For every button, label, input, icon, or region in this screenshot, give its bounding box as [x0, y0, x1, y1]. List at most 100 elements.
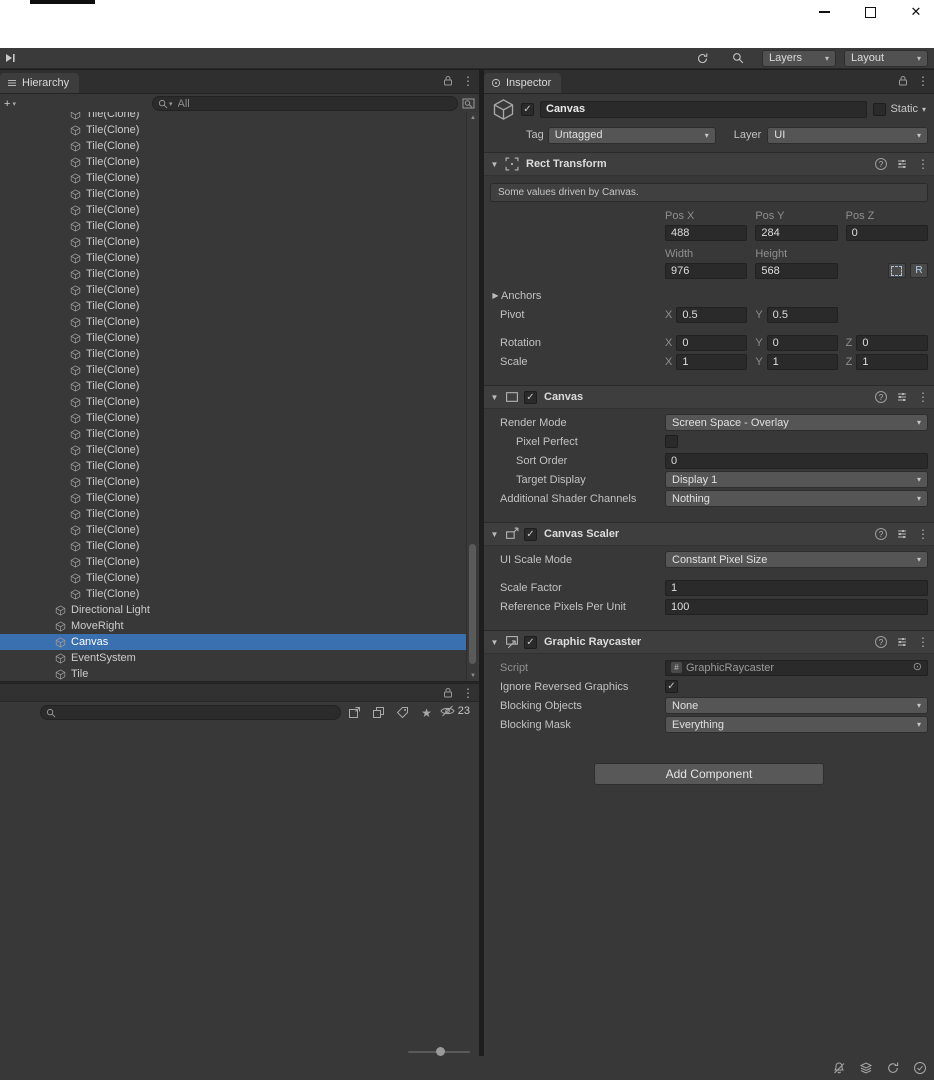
lock-icon[interactable]: [897, 74, 909, 87]
presets-icon[interactable]: [896, 528, 908, 540]
hierarchy-item[interactable]: Tile(Clone): [0, 362, 467, 378]
component-menu-icon[interactable]: ⋮: [917, 636, 929, 648]
foldout-icon[interactable]: ▼: [489, 530, 500, 539]
canvas-enabled-checkbox[interactable]: ✓: [524, 390, 537, 404]
hierarchy-item[interactable]: Tile(Clone): [0, 314, 467, 330]
hierarchy-item[interactable]: MoveRight: [0, 618, 467, 634]
shader-channels-dropdown[interactable]: Nothing ▾: [665, 490, 928, 507]
hierarchy-item[interactable]: Tile(Clone): [0, 250, 467, 266]
hierarchy-item[interactable]: Tile(Clone): [0, 298, 467, 314]
script-field[interactable]: # GraphicRaycaster ⊙: [665, 659, 928, 676]
pos-x-field[interactable]: 488: [665, 224, 748, 241]
pivot-x-field[interactable]: 0.5: [676, 306, 748, 323]
layers-dropdown[interactable]: Layers ▾: [762, 49, 836, 67]
canvas-header[interactable]: ▼ ✓ Canvas ? ⋮: [484, 386, 934, 409]
tab-inspector[interactable]: Inspector: [484, 73, 562, 93]
hierarchy-scrollbar[interactable]: ▲ ▼: [466, 112, 479, 681]
hierarchy-item[interactable]: Tile(Clone): [0, 112, 467, 122]
hierarchy-item[interactable]: EventSystem: [0, 650, 467, 666]
help-icon[interactable]: ?: [875, 528, 887, 540]
gameobject-name-field[interactable]: Canvas: [540, 100, 868, 118]
search-by-label-button[interactable]: [395, 705, 410, 720]
static-dropdown[interactable]: Static ▾: [873, 102, 926, 116]
hierarchy-item[interactable]: Tile(Clone): [0, 394, 467, 410]
sync-status-button[interactable]: [885, 1060, 901, 1076]
panel-menu-icon[interactable]: ⋮: [917, 75, 929, 87]
help-icon[interactable]: ?: [875, 391, 887, 403]
tag-dropdown[interactable]: Untagged ▾: [547, 126, 716, 144]
hierarchy-item[interactable]: Tile(Clone): [0, 538, 467, 554]
activity-status-button[interactable]: [912, 1060, 928, 1076]
open-asset-button[interactable]: [347, 705, 362, 720]
pos-z-field[interactable]: 0: [845, 224, 928, 241]
anchors-foldout-icon[interactable]: ▶: [490, 291, 501, 300]
render-mode-dropdown[interactable]: Screen Space - Overlay ▾: [665, 414, 928, 431]
pivot-y-field[interactable]: 0.5: [766, 306, 838, 323]
hierarchy-item[interactable]: Tile(Clone): [0, 234, 467, 250]
package-status-button[interactable]: [858, 1060, 874, 1076]
hierarchy-item[interactable]: Tile(Clone): [0, 186, 467, 202]
component-menu-icon[interactable]: ⋮: [917, 158, 929, 170]
foldout-icon[interactable]: ▼: [489, 393, 500, 402]
hierarchy-item[interactable]: Tile(Clone): [0, 586, 467, 602]
hidden-objects-toggle[interactable]: 23: [440, 705, 470, 717]
pixel-perfect-checkbox[interactable]: [665, 435, 678, 448]
close-button[interactable]: ✕: [908, 4, 924, 20]
rotation-z-field[interactable]: 0: [856, 334, 928, 351]
hierarchy-item[interactable]: Tile(Clone): [0, 442, 467, 458]
layer-dropdown[interactable]: UI ▾: [767, 126, 928, 144]
hierarchy-item[interactable]: Tile(Clone): [0, 138, 467, 154]
hierarchy-item[interactable]: Tile(Clone): [0, 330, 467, 346]
hierarchy-item[interactable]: Tile(Clone): [0, 266, 467, 282]
canvas-scaler-enabled-checkbox[interactable]: ✓: [524, 527, 537, 541]
hierarchy-item[interactable]: Tile(Clone): [0, 522, 467, 538]
ignore-reversed-checkbox[interactable]: ✓: [665, 680, 678, 693]
presets-icon[interactable]: [896, 636, 908, 648]
foldout-icon[interactable]: ▼: [489, 638, 500, 647]
panel-menu-icon[interactable]: ⋮: [462, 687, 474, 699]
hierarchy-item[interactable]: Tile(Clone): [0, 170, 467, 186]
hierarchy-item[interactable]: Tile(Clone): [0, 122, 467, 138]
undo-history-button[interactable]: [694, 50, 710, 66]
hierarchy-search-input[interactable]: [175, 96, 452, 111]
hierarchy-item[interactable]: Tile(Clone): [0, 218, 467, 234]
rotation-x-field[interactable]: 0: [676, 334, 748, 351]
panel-menu-icon[interactable]: ⋮: [462, 75, 474, 87]
ui-scale-mode-dropdown[interactable]: Constant Pixel Size ▾: [665, 551, 928, 568]
gameobject-enabled-checkbox[interactable]: ✓: [521, 102, 534, 116]
scale-x-field[interactable]: 1: [676, 353, 748, 370]
notifications-muted-button[interactable]: [831, 1060, 847, 1076]
scale-z-field[interactable]: 1: [856, 353, 928, 370]
hierarchy-search[interactable]: ▾: [152, 96, 458, 111]
component-menu-icon[interactable]: ⋮: [917, 528, 929, 540]
slider-knob[interactable]: [436, 1047, 445, 1056]
hierarchy-item[interactable]: Tile(Clone): [0, 458, 467, 474]
canvas-scaler-header[interactable]: ▼ ✓ Canvas Scaler ? ⋮: [484, 523, 934, 546]
hierarchy-item[interactable]: Tile(Clone): [0, 554, 467, 570]
step-button[interactable]: [2, 50, 18, 66]
scroll-down-icon[interactable]: ▼: [467, 670, 479, 681]
hierarchy-item[interactable]: Tile(Clone): [0, 490, 467, 506]
add-component-button[interactable]: Add Component: [594, 763, 824, 785]
tab-hierarchy[interactable]: Hierarchy: [0, 73, 80, 93]
hierarchy-item[interactable]: Tile(Clone): [0, 378, 467, 394]
component-menu-icon[interactable]: ⋮: [917, 391, 929, 403]
ref-ppu-field[interactable]: 100: [665, 598, 928, 615]
scale-factor-field[interactable]: 1: [665, 579, 928, 596]
hierarchy-item[interactable]: Tile(Clone): [0, 570, 467, 586]
width-field[interactable]: 976: [665, 262, 748, 279]
rect-transform-header[interactable]: ▼ Rect Transform ? ⋮: [484, 153, 934, 176]
hierarchy-item[interactable]: Tile(Clone): [0, 282, 467, 298]
rotation-y-field[interactable]: 0: [766, 334, 838, 351]
minimize-button[interactable]: [816, 4, 832, 20]
graphic-raycaster-enabled-checkbox[interactable]: ✓: [524, 635, 537, 649]
blueprint-mode-button[interactable]: [887, 263, 906, 278]
object-picker-icon[interactable]: ⊙: [913, 662, 922, 673]
help-icon[interactable]: ?: [875, 636, 887, 648]
favorite-search-button[interactable]: ★: [419, 705, 434, 720]
create-object-button[interactable]: + ▾: [4, 98, 16, 110]
hierarchy-item[interactable]: Directional Light: [0, 602, 467, 618]
hierarchy-item[interactable]: Tile(Clone): [0, 474, 467, 490]
presets-icon[interactable]: [896, 158, 908, 170]
blocking-objects-dropdown[interactable]: None ▾: [665, 697, 928, 714]
